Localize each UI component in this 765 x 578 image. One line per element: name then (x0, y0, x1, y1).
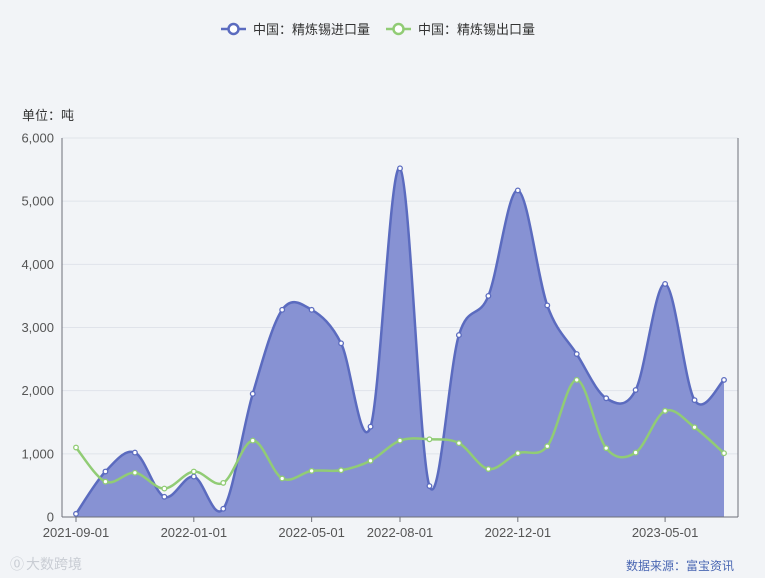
import-data-point[interactable] (544, 302, 551, 309)
import-data-point[interactable] (426, 483, 433, 489)
chart: 中国：精炼锡进口量 中国：精炼锡出口量 单位：吨 0 1,000 2,000 3,00… (10, 22, 739, 573)
import-data-point[interactable] (131, 449, 138, 456)
export-data-point[interactable] (662, 407, 669, 414)
import-data-point[interactable] (73, 510, 79, 517)
export-data-point[interactable] (455, 440, 462, 447)
legend-label-export: 中国：精炼锡出口量 (418, 22, 535, 37)
x-tick-label: 2022-12-01 (485, 525, 552, 540)
export-data-point[interactable] (161, 485, 168, 492)
export-data-point[interactable] (632, 449, 639, 456)
import-area (76, 168, 724, 517)
import-data-point[interactable] (367, 423, 374, 430)
export-data-point[interactable] (308, 467, 315, 474)
y-tick-label: 5,000 (21, 194, 54, 209)
watermark-text: 大数跨境 (26, 556, 82, 572)
watermark-logo-icon: ⓪ (10, 556, 24, 572)
import-data-point[interactable] (397, 165, 403, 172)
import-data-point[interactable] (102, 468, 109, 475)
export-data-point[interactable] (544, 443, 551, 450)
import-data-point[interactable] (603, 395, 610, 402)
import-data-point[interactable] (721, 376, 727, 383)
export-data-point[interactable] (721, 450, 727, 457)
y-tick-label: 4,000 (21, 257, 54, 272)
legend-marker-export (392, 22, 405, 36)
export-data-point[interactable] (691, 424, 698, 431)
y-tick-label: 2,000 (21, 383, 54, 398)
y-tick-label: 0 (47, 510, 54, 525)
export-data-point[interactable] (397, 437, 403, 444)
legend-item-export[interactable]: 中国：精炼锡出口量 (386, 22, 535, 37)
y-tick-label: 6,000 (21, 131, 54, 146)
import-data-point[interactable] (249, 390, 256, 397)
import-data-point[interactable] (573, 351, 580, 357)
import-data-point[interactable] (485, 292, 492, 299)
export-data-point[interactable] (367, 457, 374, 464)
export-data-point[interactable] (279, 475, 286, 482)
unit-label: 单位：吨 (22, 108, 74, 123)
export-data-point[interactable] (220, 479, 227, 486)
import-data-point[interactable] (632, 387, 639, 393)
import-data-point[interactable] (220, 505, 227, 512)
export-data-point[interactable] (249, 437, 256, 444)
y-axis: 0 1,000 2,000 3,000 4,000 5,000 6,000 (21, 131, 54, 525)
import-data-point[interactable] (161, 493, 168, 500)
export-data-point[interactable] (573, 376, 580, 383)
import-data-point[interactable] (308, 306, 315, 313)
export-data-point[interactable] (190, 468, 197, 475)
import-data-point[interactable] (691, 397, 698, 404)
export-data-point[interactable] (131, 469, 138, 476)
import-data-point[interactable] (190, 473, 197, 480)
export-data-point[interactable] (102, 478, 109, 485)
import-data-point[interactable] (514, 187, 521, 194)
x-tick-label: 2022-01-01 (161, 525, 228, 540)
export-data-point[interactable] (514, 450, 521, 457)
legend-item-import[interactable]: 中国：精炼锡进口量 (221, 22, 370, 37)
export-data-point[interactable] (485, 466, 492, 472)
export-data-point[interactable] (338, 467, 345, 474)
legend-label-import: 中国：精炼锡进口量 (253, 22, 370, 37)
import-data-point[interactable] (455, 332, 462, 339)
watermark: ⓪ 大数跨境 (10, 556, 82, 572)
legend-marker-import (227, 22, 240, 36)
import-data-point[interactable] (662, 280, 669, 287)
x-tick-label: 2022-05-01 (278, 525, 345, 540)
export-data-point[interactable] (603, 445, 610, 452)
y-tick-label: 1,000 (21, 446, 54, 461)
x-axis: 2021-09-01 2022-01-01 2022-05-01 2022-08-01… (43, 517, 699, 540)
x-tick-label: 2023-05-01 (632, 525, 699, 540)
import-data-point[interactable] (338, 340, 345, 347)
source-label: 数据来源：富宝资讯 (626, 558, 734, 573)
legend[interactable]: 中国：精炼锡进口量 中国：精炼锡出口量 (221, 22, 535, 37)
import-data-point[interactable] (279, 306, 286, 313)
y-tick-label: 3,000 (21, 320, 54, 335)
x-tick-label: 2021-09-01 (43, 525, 110, 540)
x-tick-label: 2022-08-01 (367, 525, 434, 540)
export-data-point[interactable] (73, 444, 79, 451)
export-data-point[interactable] (426, 436, 433, 443)
